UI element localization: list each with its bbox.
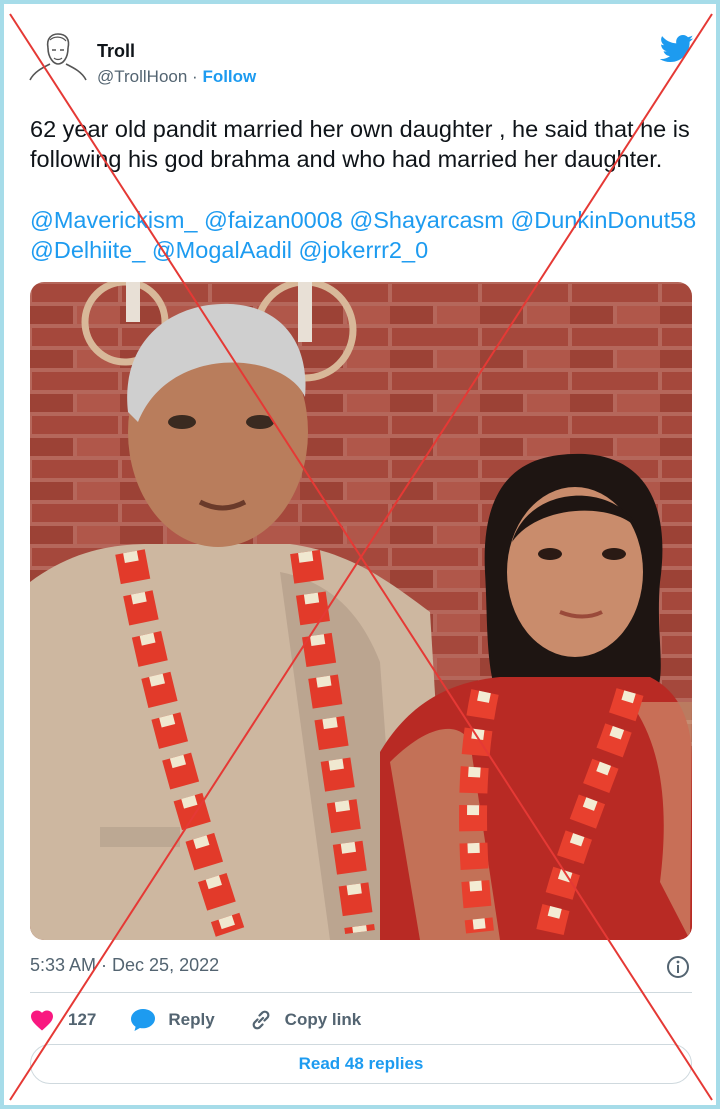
mention-link[interactable]: @Maverickism_ bbox=[30, 207, 197, 233]
tweet-card: Troll @TrollHoon · Follow 62 year old pa… bbox=[0, 0, 720, 1109]
like-button[interactable]: 127 bbox=[30, 1009, 96, 1031]
speech-bubble-icon bbox=[131, 1009, 156, 1031]
author-handle-row: @TrollHoon · Follow bbox=[97, 67, 256, 87]
like-count: 127 bbox=[68, 1010, 97, 1029]
tweet-photo[interactable] bbox=[30, 282, 692, 940]
author-name[interactable]: Troll bbox=[97, 41, 135, 62]
mention-link[interactable]: @Shayarcasm bbox=[349, 207, 503, 233]
info-icon[interactable] bbox=[666, 955, 690, 979]
tweet-text: 62 year old pandit married her own daugh… bbox=[30, 116, 690, 172]
twitter-bird-icon[interactable] bbox=[660, 34, 694, 64]
avatar[interactable] bbox=[28, 30, 88, 84]
link-icon bbox=[252, 1010, 270, 1030]
action-bar: 127 Reply Copy link bbox=[30, 1005, 361, 1035]
heart-icon bbox=[31, 1010, 53, 1031]
mention-link[interactable]: @Delhiite_ bbox=[30, 237, 145, 263]
reply-label: Reply bbox=[168, 1010, 215, 1029]
reply-button[interactable]: Reply bbox=[130, 1008, 215, 1032]
mention-link[interactable]: @MogalAadil bbox=[152, 237, 292, 263]
read-replies-button[interactable]: Read 48 replies bbox=[30, 1044, 692, 1084]
tweet-timestamp[interactable]: 5:33 AM · Dec 25, 2022 bbox=[30, 955, 219, 976]
mention-link[interactable]: @DunkinDonut58 bbox=[510, 207, 696, 233]
copy-link-label: Copy link bbox=[284, 1010, 362, 1029]
copy-link-button[interactable]: Copy link bbox=[249, 1008, 362, 1032]
mention-list: @Maverickism_ @faizan0008 @Shayarcasm @D… bbox=[30, 205, 700, 265]
separator: · bbox=[187, 67, 203, 86]
mention-link[interactable]: @jokerrr2_0 bbox=[298, 237, 428, 263]
author-handle[interactable]: @TrollHoon bbox=[97, 67, 187, 86]
follow-button[interactable]: Follow bbox=[202, 67, 256, 86]
divider bbox=[30, 992, 692, 993]
mention-link[interactable]: @faizan0008 bbox=[204, 207, 343, 233]
